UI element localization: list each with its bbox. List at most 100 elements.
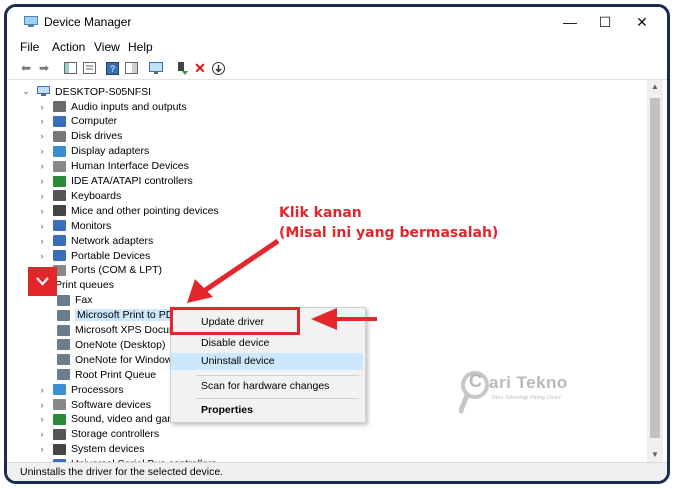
menu-disable-device[interactable]: Disable device: [171, 335, 363, 352]
window-title: Device Manager: [44, 15, 132, 29]
menu-view[interactable]: View: [94, 40, 120, 54]
device-category-icon: [57, 339, 70, 351]
tree-item-human-interface-devices[interactable]: › Human Interface Devices: [37, 159, 189, 174]
uninstall-icon[interactable]: ✕: [193, 60, 207, 76]
scroll-up-icon[interactable]: ▲: [647, 80, 663, 94]
device-category-icon: [53, 101, 66, 112]
help-icon[interactable]: ?: [105, 61, 119, 75]
device-category-icon: [57, 294, 70, 306]
chevron-right-icon[interactable]: ›: [37, 102, 47, 112]
watermark-logo: C ari Tekno Situs Teknologi Paling Dicar…: [459, 369, 599, 419]
menu-properties[interactable]: Properties: [171, 402, 363, 419]
device-category-icon: [57, 309, 70, 321]
chevron-right-icon[interactable]: ›: [37, 206, 47, 216]
update-driver-highlight-box: [170, 307, 300, 335]
tree-item-monitors[interactable]: › Monitors: [37, 218, 112, 233]
chevron-right-icon[interactable]: ›: [37, 176, 47, 186]
device-category-icon: [53, 428, 66, 440]
chevron-right-icon[interactable]: ›: [37, 414, 47, 424]
chevron-right-icon[interactable]: ›: [37, 131, 47, 141]
tree-root[interactable]: ⌄ DESKTOP-S05NFSI: [21, 84, 151, 99]
arrow-to-update-driver-icon: [311, 308, 377, 330]
chevron-down-icon[interactable]: ⌄: [21, 86, 31, 97]
chevron-right-icon[interactable]: ›: [37, 191, 47, 201]
device-category-icon: [53, 235, 66, 247]
tree-item-printer[interactable]: Fax: [57, 293, 93, 308]
tree-item-system-devices[interactable]: › System devices: [37, 442, 145, 457]
tree-item-keyboards[interactable]: › Keyboards: [37, 188, 122, 203]
minimize-button[interactable]: —: [552, 11, 588, 33]
device-category-icon: [57, 354, 70, 366]
title-bar: Device Manager — ☐ ✕: [7, 7, 667, 37]
device-category-icon: [53, 384, 66, 396]
tree-item-software-devices[interactable]: › Software devices: [37, 397, 151, 412]
chevron-right-icon[interactable]: ›: [37, 444, 47, 454]
computer-icon: [37, 86, 50, 96]
menu-help[interactable]: Help: [128, 40, 153, 54]
chevron-right-icon[interactable]: ›: [37, 429, 47, 439]
watermark-tagline: Situs Teknologi Paling Dicari: [491, 395, 561, 401]
chevron-right-icon[interactable]: ›: [37, 400, 47, 410]
menu-action[interactable]: Action: [52, 40, 85, 54]
device-category-icon: [53, 130, 66, 142]
chevron-right-icon[interactable]: ›: [37, 116, 47, 126]
tree-item-printer[interactable]: Microsoft Print to PDF: [57, 308, 182, 323]
tree-item-printer[interactable]: OneNote (Desktop): [57, 337, 165, 352]
scan-hardware-icon[interactable]: [149, 61, 163, 75]
device-category-icon: [57, 324, 70, 336]
device-category-icon: [53, 250, 66, 261]
maximize-button[interactable]: ☐: [587, 11, 623, 33]
menu-file[interactable]: File: [20, 40, 39, 54]
annotation-line1: Klik kanan: [279, 205, 362, 221]
tree-item-audio-inputs-and-outputs[interactable]: › Audio inputs and outputs: [37, 99, 187, 114]
scroll-thumb[interactable]: [650, 98, 660, 438]
tree-item-network-adapters[interactable]: › Network adapters: [37, 233, 154, 248]
device-category-icon: [53, 160, 66, 172]
device-category-icon: [53, 115, 66, 127]
device-category-icon: [53, 175, 66, 187]
device-category-icon: [53, 413, 66, 425]
update-driver-icon[interactable]: [175, 61, 189, 75]
menu-separator: [196, 398, 359, 399]
device-manager-icon: [24, 16, 38, 27]
device-manager-window: Device Manager — ☐ ✕ File Action View He…: [4, 4, 670, 484]
menu-bar: File Action View Help: [7, 37, 667, 57]
chevron-right-icon[interactable]: ›: [37, 161, 47, 171]
forward-icon[interactable]: ➡: [37, 61, 51, 75]
expand-highlight-box: [28, 267, 57, 296]
chevron-right-icon[interactable]: ›: [37, 236, 47, 246]
back-icon[interactable]: ⬅: [19, 61, 33, 75]
tree-item-computer[interactable]: › Computer: [37, 114, 118, 129]
vertical-scrollbar[interactable]: ▲ ▼: [647, 80, 663, 462]
action-pane-icon[interactable]: [124, 61, 138, 75]
chevron-right-icon[interactable]: ›: [37, 385, 47, 395]
show-hide-console-tree-icon[interactable]: [63, 61, 77, 75]
properties-icon[interactable]: [82, 61, 96, 75]
enable-device-icon[interactable]: [211, 61, 225, 75]
close-button[interactable]: ✕: [624, 11, 660, 33]
tree-item-ide-ata-atapi-controllers[interactable]: › IDE ATA/ATAPI controllers: [37, 174, 193, 189]
chevron-right-icon[interactable]: ›: [37, 251, 47, 261]
tree-item-storage-controllers[interactable]: › Storage controllers: [37, 427, 160, 442]
tree-item-printer[interactable]: Root Print Queue: [57, 367, 156, 382]
device-category-icon: [53, 205, 66, 217]
tree-item-display-adapters[interactable]: › Display adapters: [37, 144, 150, 159]
scroll-down-icon[interactable]: ▼: [647, 448, 663, 462]
chevron-down-icon: [36, 277, 49, 286]
device-category-icon: [53, 443, 66, 455]
chevron-right-icon[interactable]: ›: [37, 221, 47, 231]
watermark-brand: ari Tekno: [489, 373, 568, 392]
watermark-initial: C: [469, 371, 482, 391]
tree-item-fax[interactable]: [37, 309, 39, 326]
menu-uninstall-device[interactable]: Uninstall device: [171, 353, 363, 370]
annotation-line2: (Misal ini yang bermasalah): [279, 225, 499, 241]
device-category-icon: [57, 369, 70, 381]
tree-item-mice-and-other-pointing-devices[interactable]: › Mice and other pointing devices: [37, 203, 219, 218]
tree-item-processors[interactable]: › Processors: [37, 382, 124, 397]
menu-scan-hardware[interactable]: Scan for hardware changes: [171, 378, 363, 395]
status-text: Uninstalls the driver for the selected d…: [20, 466, 224, 478]
device-category-icon: [53, 145, 66, 157]
chevron-right-icon[interactable]: ›: [37, 146, 47, 156]
tree-item-portable-devices[interactable]: › Portable Devices: [37, 248, 151, 263]
tree-item-disk-drives[interactable]: › Disk drives: [37, 129, 123, 144]
